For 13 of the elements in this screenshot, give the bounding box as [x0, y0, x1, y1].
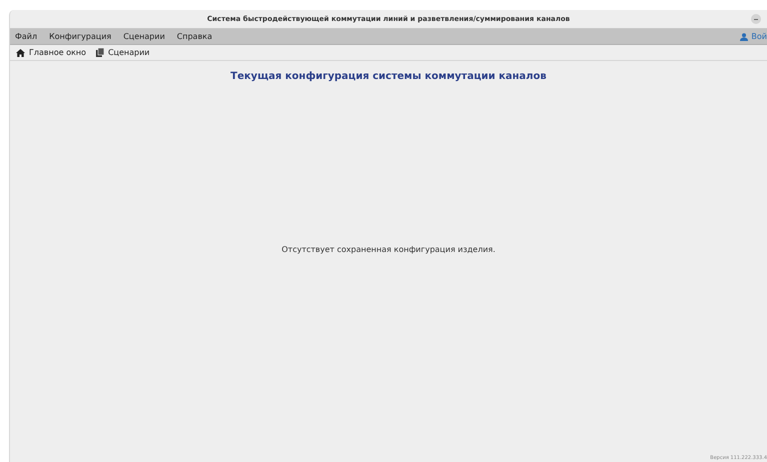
page-heading: Текущая конфигурация системы коммутации каналов	[230, 71, 546, 82]
menu-item[interactable]: Конфигурация	[49, 32, 112, 41]
empty-message: Отсутствует сохраненная конфигурация изделия.	[282, 245, 496, 254]
minus-icon	[754, 18, 758, 20]
home-icon	[16, 48, 25, 56]
minimize-button[interactable]	[751, 14, 761, 24]
toolbar-button[interactable]: Главное окно	[16, 48, 86, 57]
user-icon	[740, 32, 748, 40]
toolbar-button[interactable]: Сценарии	[96, 48, 150, 57]
menu-item[interactable]: Сценарии	[123, 32, 165, 41]
documents-icon	[96, 48, 104, 57]
menu-item[interactable]: Файл	[15, 32, 38, 41]
menu-item[interactable]: Справка	[176, 32, 212, 41]
